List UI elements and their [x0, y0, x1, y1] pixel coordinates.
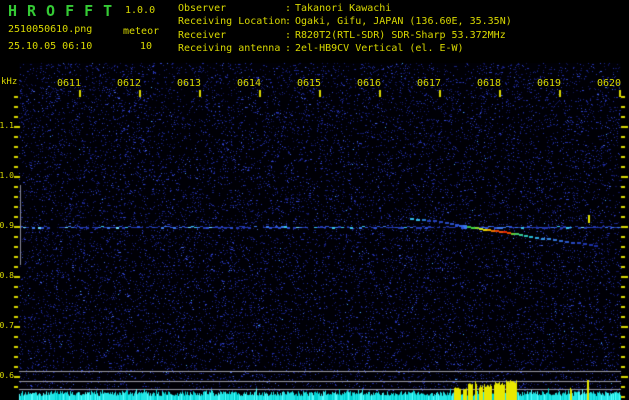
hrofft-output-image: HROFFT 1.0.0 2510050610.png meteor 25.10… [0, 0, 629, 400]
x-axis-label-0620: 0620 [597, 78, 622, 89]
observation-datetime: 25.10.05 06:10 [8, 41, 93, 52]
x-axis-label-0612: 0612 [117, 78, 142, 89]
echo-count: 10 [140, 41, 153, 52]
app-title: HROFFT [8, 2, 123, 20]
info-value: 2el-HB9CV Vertical (el. E-W) [295, 43, 464, 55]
info-row-location: Receiving Location: Ogaki, Gifu, JAPAN (1… [178, 16, 512, 29]
y-axis-label-0.8: 0.8 [0, 271, 14, 280]
info-label: Receiving Location [178, 16, 287, 28]
y-axis-label-0.7: 0.7 [0, 321, 14, 330]
x-axis-label-0615: 0615 [297, 78, 322, 89]
info-row-observer: Observer: Takanori Kawachi [178, 3, 512, 16]
info-colon: : [285, 16, 292, 28]
info-colon: : [285, 3, 292, 14]
info-colon: : [285, 43, 292, 55]
spectrogram-canvas [0, 0, 629, 400]
y-axis-label-1.1: 1.1 [0, 121, 14, 130]
output-filename: 2510050610.png [8, 24, 93, 35]
app-version: 1.0.0 [125, 5, 156, 16]
y-axis-unit: kHz [1, 77, 18, 87]
info-label: Observer [178, 3, 227, 14]
x-axis-label-0616: 0616 [357, 78, 382, 89]
x-axis-label-0611: 0611 [57, 78, 82, 89]
y-axis-label-1.0: 1.0 [0, 171, 14, 180]
x-axis-label-0614: 0614 [237, 78, 262, 89]
x-axis-label-0619: 0619 [537, 78, 562, 89]
info-value: R820T2(RTL-SDR) SDR-Sharp 53.372MHz [295, 29, 506, 41]
y-axis-label-0.6: 0.6 [0, 371, 14, 380]
y-axis-label-0.9: 0.9 [0, 221, 14, 230]
info-value: Takanori Kawachi [295, 3, 392, 14]
x-axis-label-0618: 0618 [477, 78, 502, 89]
info-label: Receiver [178, 29, 227, 41]
info-label: Receiving antenna [178, 43, 281, 55]
observation-mode: meteor [123, 26, 160, 37]
info-row-antenna: Receiving antenna:2el-HB9CV Vertical (el… [178, 43, 512, 56]
x-axis-label-0617: 0617 [417, 78, 442, 89]
info-row-receiver: Receiver: R820T2(RTL-SDR) SDR-Sharp 53.37… [178, 30, 512, 43]
info-colon: : [285, 29, 292, 41]
station-info: Observer: Takanori Kawachi Receiving Loca… [178, 3, 512, 57]
x-axis-label-0613: 0613 [177, 78, 202, 89]
info-value: Ogaki, Gifu, JAPAN (136.60E, 35.35N) [295, 16, 512, 28]
